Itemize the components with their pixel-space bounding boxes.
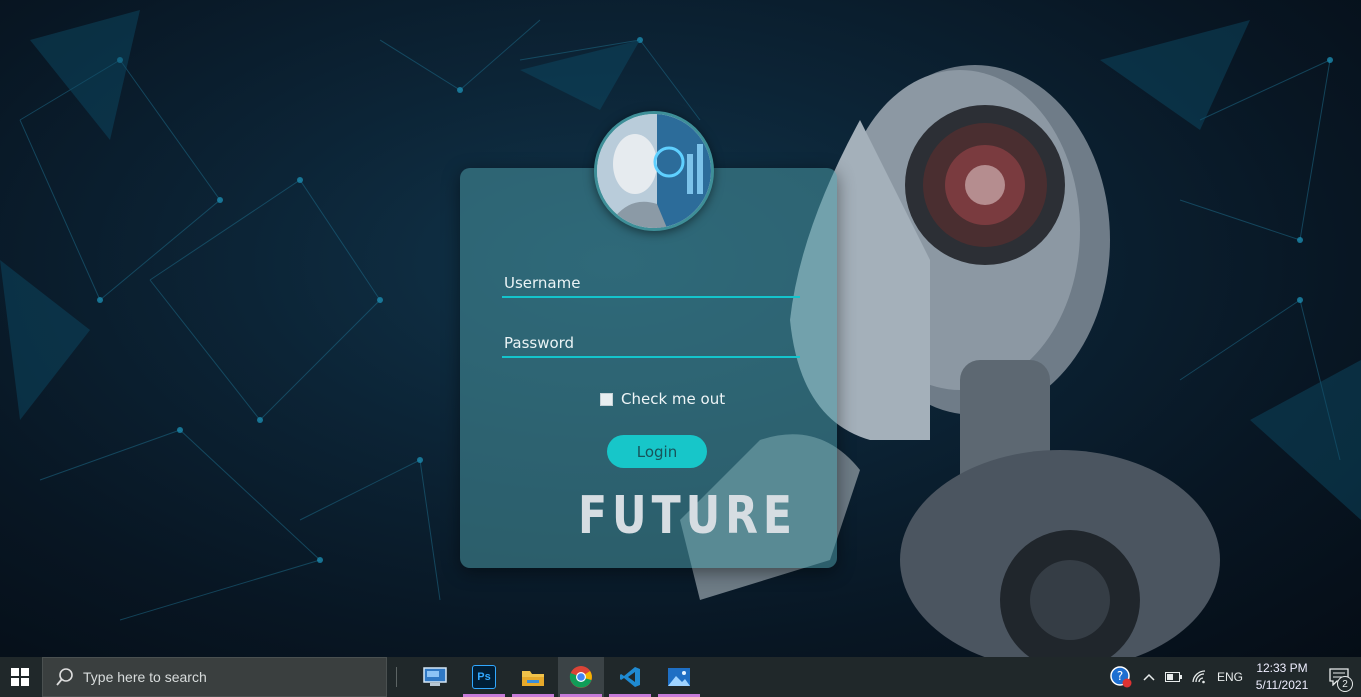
chevron-up-icon	[1143, 673, 1155, 681]
svg-text:?: ?	[1117, 669, 1123, 683]
remember-row: Check me out	[600, 390, 725, 408]
username-input[interactable]	[502, 270, 800, 296]
clock-time: 12:33 PM	[1256, 661, 1308, 675]
taskbar-app-chrome[interactable]	[558, 657, 604, 697]
taskbar: Type here to search Ps ? ENG 12:33 PM 5/…	[0, 657, 1361, 697]
windows-logo-icon	[11, 668, 29, 686]
file-explorer-icon	[522, 671, 544, 686]
avatar	[594, 111, 714, 231]
photos-icon	[668, 668, 690, 686]
wifi-icon	[1192, 670, 1206, 684]
search-placeholder: Type here to search	[83, 669, 207, 685]
search-icon	[56, 668, 73, 686]
taskbar-app-remote-desktop[interactable]	[412, 657, 458, 697]
help-icon: ?	[1110, 666, 1132, 688]
photoshop-icon: Ps	[472, 665, 496, 689]
show-hidden-icons-button[interactable]	[1137, 657, 1161, 697]
password-input[interactable]	[502, 330, 800, 356]
taskbar-app-photos[interactable]	[656, 657, 702, 697]
taskbar-divider	[396, 667, 397, 687]
start-button[interactable]	[0, 657, 40, 697]
taskbar-app-vscode[interactable]	[607, 657, 653, 697]
language-indicator[interactable]: ENG	[1213, 657, 1247, 697]
password-field[interactable]	[502, 330, 800, 358]
battery-tray-button[interactable]	[1161, 657, 1187, 697]
taskbar-app-file-explorer[interactable]	[510, 657, 556, 697]
brand-title: FUTURE	[578, 486, 797, 546]
taskbar-search-box[interactable]: Type here to search	[42, 657, 387, 697]
taskbar-app-photoshop[interactable]: Ps	[461, 657, 507, 697]
notification-count-badge: 2	[1337, 676, 1353, 692]
checkbox-label: Check me out	[621, 390, 726, 408]
clock[interactable]: 12:33 PM 5/11/2021	[1247, 657, 1317, 697]
clock-date: 5/11/2021	[1255, 678, 1309, 692]
system-tray: ? ENG 12:33 PM 5/11/2021 2	[1105, 657, 1361, 697]
login-button[interactable]: Login	[607, 435, 707, 468]
check-me-out-checkbox[interactable]	[600, 392, 613, 406]
battery-icon	[1165, 672, 1182, 682]
notification-center-button[interactable]: 2	[1317, 657, 1361, 697]
help-tray-button[interactable]: ?	[1105, 657, 1137, 697]
chrome-icon	[569, 666, 592, 688]
username-field[interactable]	[502, 270, 800, 298]
vscode-icon	[620, 667, 640, 687]
robot-avatar-image	[597, 114, 711, 228]
remote-desktop-icon	[423, 667, 447, 686]
wifi-tray-button[interactable]	[1187, 657, 1213, 697]
